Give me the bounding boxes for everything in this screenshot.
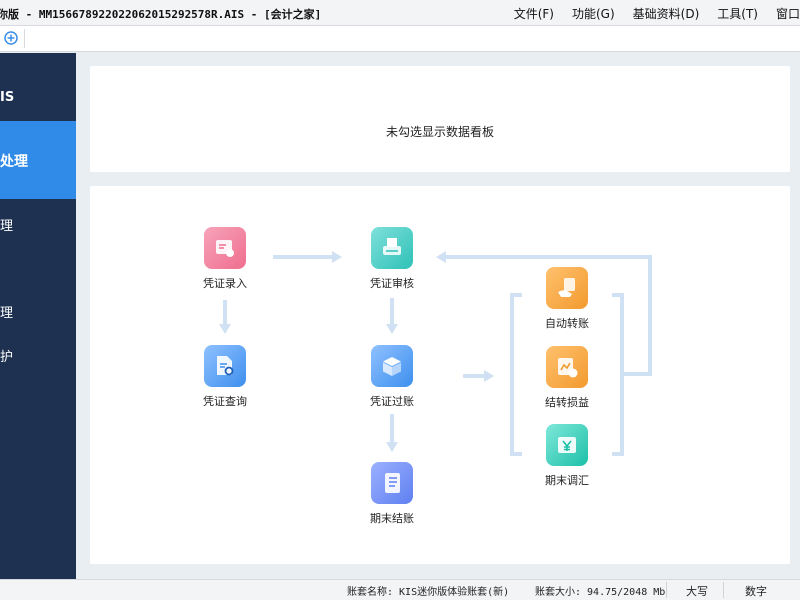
sidebar-item-label: 护 [0, 350, 14, 365]
menu-tools[interactable]: 工具(T) [717, 5, 758, 22]
flow-node-period-close[interactable]: 期末结账 [347, 462, 437, 526]
sidebar-item-label: IS [0, 90, 15, 105]
box-icon [371, 345, 413, 387]
menu-file[interactable]: 文件(F) [514, 5, 554, 22]
plus-circle-icon[interactable] [3, 30, 19, 46]
menu-function[interactable]: 功能(G) [572, 5, 615, 22]
bracket-right [612, 293, 624, 456]
document-search-icon [204, 345, 246, 387]
flow-node-voucher-posting[interactable]: 凭证过账 [347, 345, 437, 409]
dashboard-panel: 未勾选显示数据看板 [90, 66, 790, 172]
flow-node-profit-loss-transfer[interactable]: 结转损益 [522, 346, 612, 410]
flow-node-label: 结转损益 [545, 396, 589, 409]
flow-node-auto-transfer[interactable]: 自动转账 [522, 267, 612, 331]
sidebar-item-5[interactable]: 护 [0, 342, 76, 366]
flow-node-voucher-audit[interactable]: 凭证审核 [347, 227, 437, 291]
bracket-left [510, 293, 522, 456]
sidebar-item-label: 理 [0, 219, 14, 234]
flow-node-period-exchange[interactable]: 期末调汇 [522, 424, 612, 488]
document-edit-icon [204, 227, 246, 269]
flow-node-voucher-query[interactable]: 凭证查询 [180, 345, 270, 409]
flow-node-label: 凭证过账 [370, 395, 414, 408]
menu-basic-data[interactable]: 基础资料(D) [633, 5, 700, 22]
sidebar-item-processing[interactable]: 处理 [0, 121, 76, 199]
dashboard-empty-text: 未勾选显示数据看板 [385, 125, 494, 139]
sidebar-item-label: 理 [0, 306, 14, 321]
flow-node-label: 凭证审核 [370, 277, 414, 290]
chart-yen-icon [546, 346, 588, 388]
status-divider [723, 582, 724, 598]
status-caps-lock: 大写 [686, 585, 708, 598]
toolbar [0, 26, 800, 52]
flow-node-label: 自动转账 [545, 317, 589, 330]
status-account-size: 账套大小: 94.75/2048 Mb [535, 587, 666, 598]
window-title: 迷你版 - MM156678922022062015292578R.AIS - … [0, 8, 322, 21]
hand-icon [546, 267, 588, 309]
flow-node-label: 期末结账 [370, 512, 414, 525]
status-account-name: 账套名称: KIS迷你版体验账套(新) [347, 587, 510, 598]
sidebar-item-label: 处理 [0, 154, 28, 170]
flow-node-label: 凭证录入 [203, 277, 247, 290]
sidebar: IS 处理 理 理 护 [0, 53, 76, 579]
sidebar-item-system[interactable]: IS [0, 86, 76, 110]
status-divider [666, 582, 667, 598]
workflow-panel: 凭证录入 凭证审核 凭证查询 凭证过账 期末结账 自动转账 结转损益 期末调汇 [90, 186, 790, 564]
flow-node-label: 凭证查询 [203, 395, 247, 408]
yen-icon [546, 424, 588, 466]
notebook-icon [371, 462, 413, 504]
flow-node-voucher-entry[interactable]: 凭证录入 [180, 227, 270, 291]
printer-icon [371, 227, 413, 269]
sidebar-item-3[interactable]: 理 [0, 211, 76, 235]
status-num-lock: 数字 [745, 585, 767, 598]
status-bar: 账套名称: KIS迷你版体验账套(新) 账套大小: 94.75/2048 Mb … [0, 579, 800, 600]
menu-window[interactable]: 窗口 [776, 5, 800, 22]
title-bar: 迷你版 - MM156678922022062015292578R.AIS - … [0, 0, 800, 26]
sidebar-item-4[interactable]: 理 [0, 298, 76, 322]
menu-bar: 文件(F) 功能(G) 基础资料(D) 工具(T) 窗口 [496, 5, 800, 22]
flow-node-label: 期末调汇 [545, 474, 589, 487]
toolbar-divider [24, 29, 25, 48]
